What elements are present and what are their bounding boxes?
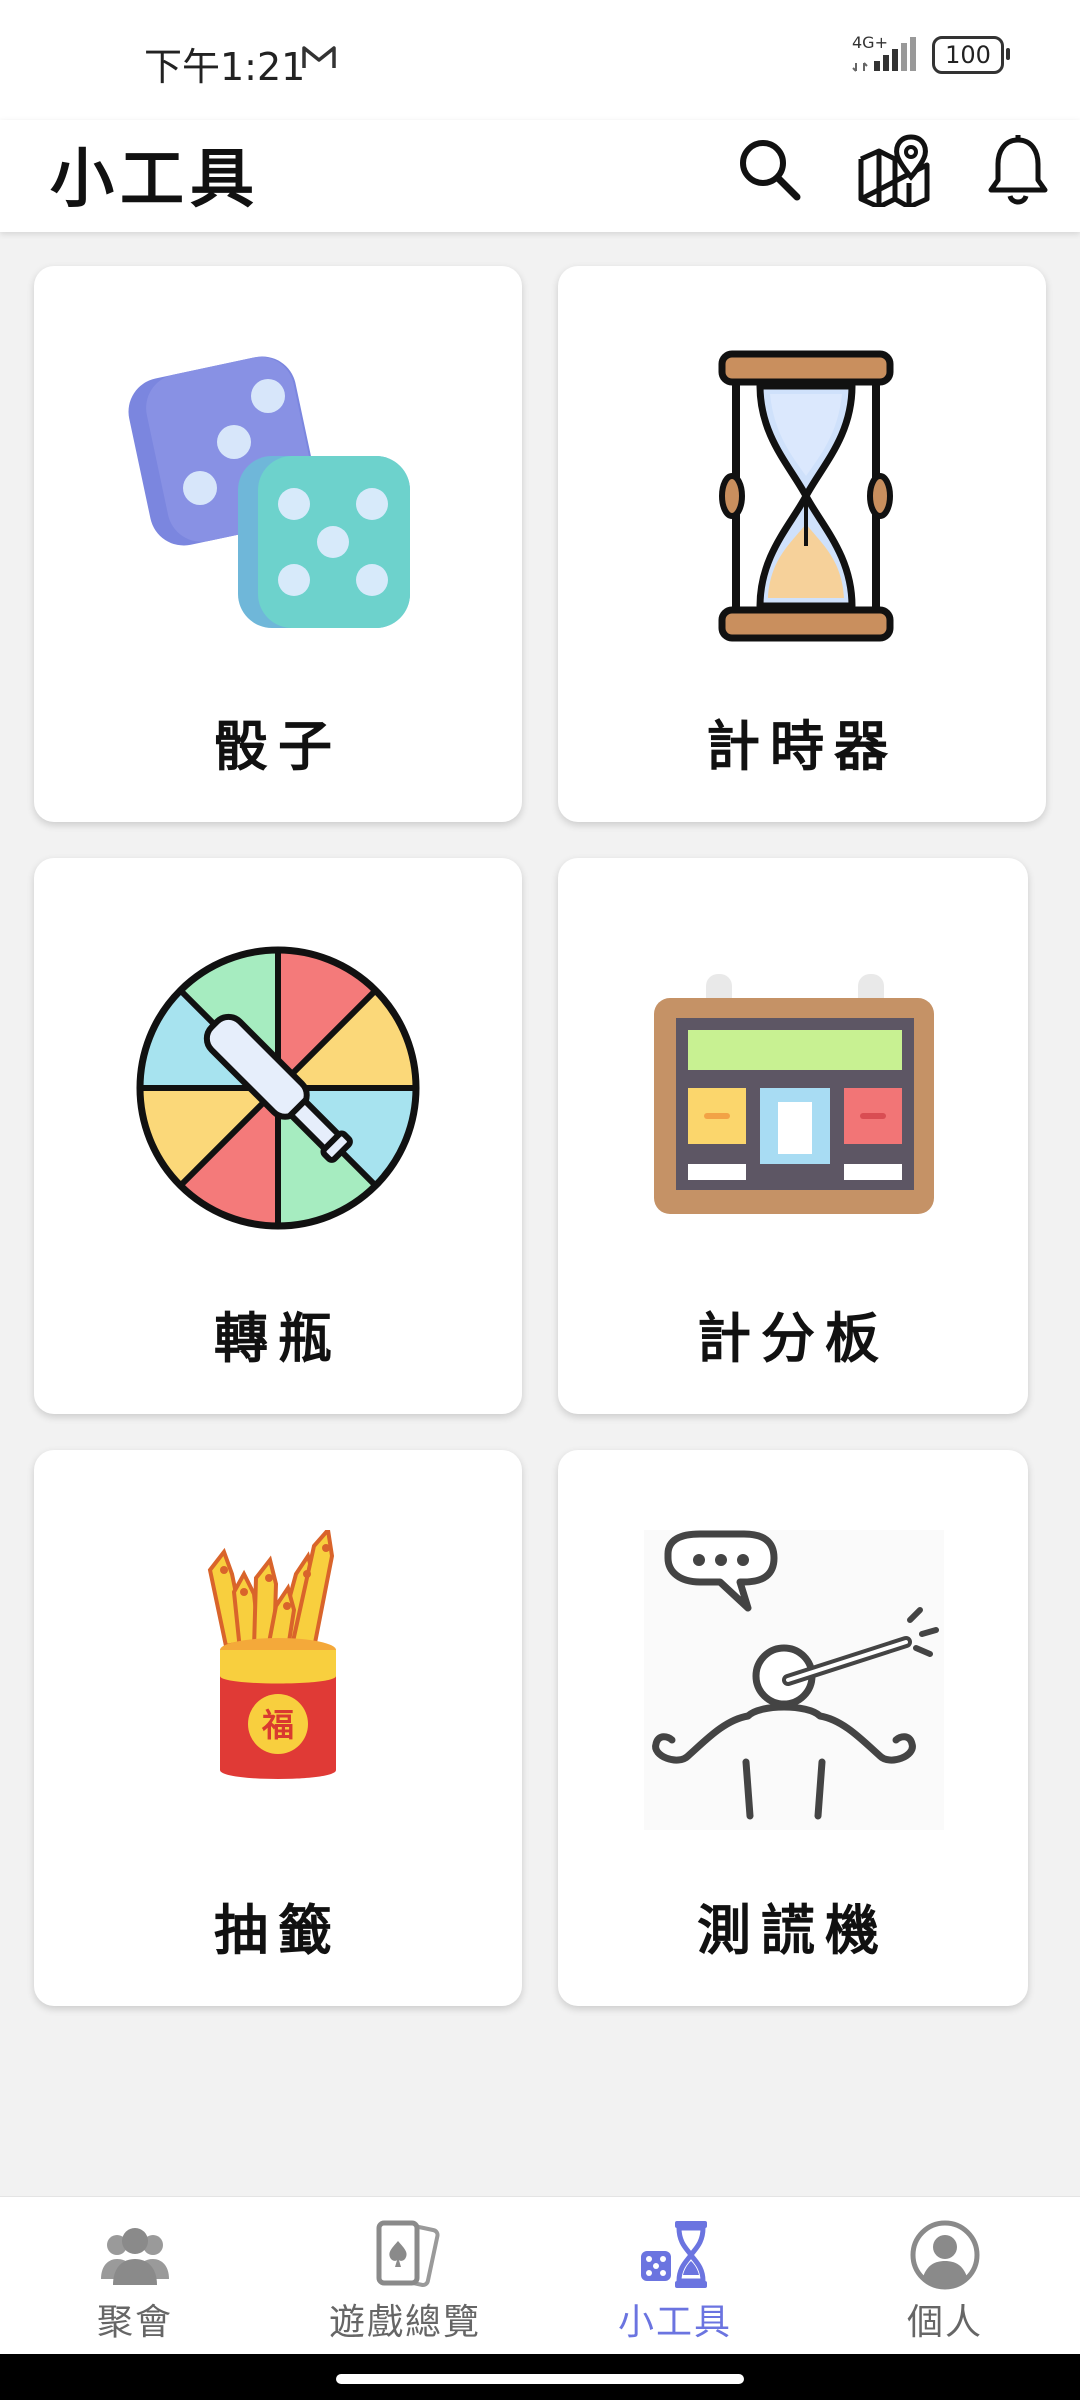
dice-icon [128,346,428,646]
nav-label: 個人 [906,2302,983,2343]
tool-label: 計分板 [697,1307,889,1370]
notifications-button[interactable] [976,128,1060,212]
nav-item-tools[interactable]: 小工具 [540,2197,810,2355]
nav-item-party[interactable]: 聚會 [0,2197,270,2355]
status-bar: 下午1:21 4G+ 100 [0,0,1080,120]
nav-item-profile[interactable]: 個人 [810,2197,1080,2355]
bottom-nav: 聚會 遊戲總覽 小工具 個人 [0,2196,1080,2355]
status-time: 下午1:21 [144,45,306,89]
cards-icon [369,2219,441,2291]
map-pin-icon [858,134,930,207]
nav-label: 遊戲總覽 [328,2302,481,2343]
spin-bottle-icon [128,938,428,1238]
tool-label: 轉瓶 [214,1307,342,1370]
svg-text:福: 福 [261,1706,294,1744]
bell-icon [988,135,1048,205]
fortune-sticks-icon: 福 [128,1525,428,1830]
home-indicator[interactable] [336,2374,744,2384]
person-icon [909,2219,981,2291]
nav-label: 小工具 [617,2302,732,2343]
tool-card-spin-bottle[interactable]: 轉瓶 [34,858,522,1414]
scoreboard-icon [644,938,944,1238]
status-indicators: 4G+ 100 [852,33,1010,74]
lie-detector-icon [644,1530,944,1830]
tools-icon [639,2219,711,2291]
tool-label: 抽籤 [214,1899,342,1962]
app-bar: 小工具 [0,120,1080,232]
tool-card-scoreboard[interactable]: 計分板 [558,858,1028,1414]
search-icon [740,140,801,201]
nav-item-games[interactable]: 遊戲總覽 [270,2197,540,2355]
tool-label: 測謊機 [697,1899,889,1962]
nav-label: 聚會 [96,2302,173,2343]
tool-card-timer[interactable]: 計時器 [558,266,1046,822]
page-title: 小工具 [50,143,260,217]
map-button[interactable] [852,128,936,212]
signal-icon: 4G+ [852,33,918,73]
tools-grid: 骰子 計時器 轉瓶 計分板 福 抽籤 測謊機 [0,232,1080,2192]
tool-label: 骰子 [214,715,342,778]
battery-indicator: 100 [932,36,1010,74]
mail-icon [302,44,336,74]
search-button[interactable] [728,128,812,212]
tool-card-lie-detector[interactable]: 測謊機 [558,1450,1028,2006]
system-navigation-bar [0,2354,1080,2400]
tool-card-fortune-sticks[interactable]: 福 抽籤 [34,1450,522,2006]
hourglass-icon [652,346,952,646]
people-icon [99,2219,171,2291]
tool-label: 計時器 [706,715,898,778]
tool-card-dice[interactable]: 骰子 [34,266,522,822]
